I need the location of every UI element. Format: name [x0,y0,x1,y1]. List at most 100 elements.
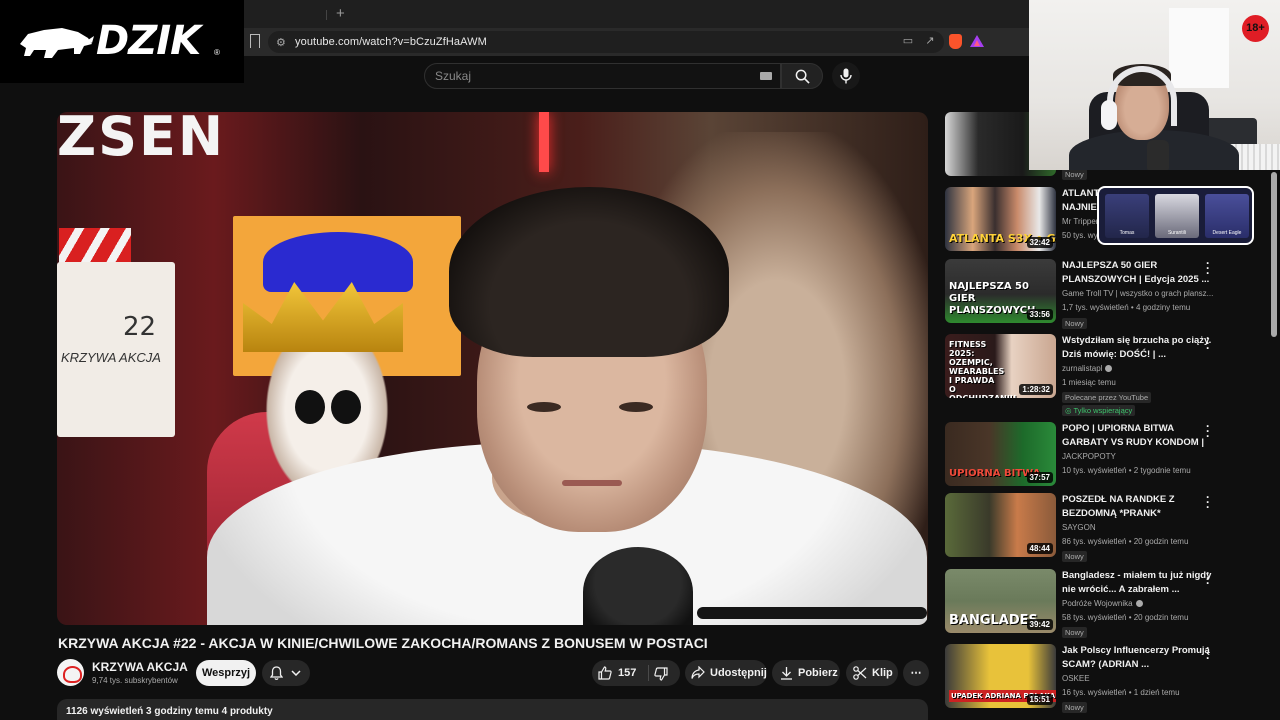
more-options-icon[interactable]: · · · [1205,257,1211,279]
video-thumbnail[interactable]: UPADEK ADRIANA POLAKA 15:51 [945,644,1056,708]
brave-shields-icon[interactable] [949,34,962,49]
download-button[interactable]: Pobierz [772,660,840,686]
stream-logo-overlay: DZIK ® [0,0,244,83]
video-thumbnail[interactable]: UPIORNA BITWA 37:57 [945,422,1056,486]
video-title[interactable]: Bangladesz - miałem tu już nigdy nie wró… [1062,569,1212,597]
like-dislike-group: 157 [592,660,680,686]
video-person-eye [619,402,653,412]
install-app-icon[interactable]: ▭ [902,35,914,47]
duration-badge: 37:57 [1026,472,1053,483]
skull-eye [331,390,361,424]
video-thumbnail[interactable]: FITNESS 2025: OZEMPIC, WEARABLES I PRAWD… [945,334,1056,398]
more-options-icon[interactable]: · · · [1205,642,1211,664]
bell-icon [270,666,283,680]
video-thumbnail[interactable]: ATLANTA S3X • GANGI 32:42 [945,187,1056,251]
video-thumbnail[interactable]: 48:44 [945,493,1056,557]
brave-rewards-icon[interactable] [970,35,984,47]
video-title[interactable]: POPO | UPIORNA BITWA GARBATY VS RUDY KON… [1062,422,1212,450]
bookmark-icon[interactable] [250,34,260,48]
search-input[interactable]: Szukaj [424,63,781,89]
video-meta: 58 tys. wyświetleń • 20 godzin temu [1062,613,1189,622]
members-only-text: Tylko wspierający [1073,406,1133,415]
support-button[interactable]: Wesprzyj [196,660,256,686]
channel-avatar[interactable] [57,659,84,686]
view-count-and-date: 1126 wyświetleń 3 godziny temu 4 produkt… [66,706,273,717]
video-title[interactable]: Wstydziłam się brzucha po ciąży. Dziś mó… [1062,334,1212,362]
new-badge: Nowy [1062,627,1087,638]
new-tab-button[interactable]: + [336,5,345,22]
recommendation-item[interactable]: FITNESS 2025: OZEMPIC, WEARABLES I PRAWD… [945,332,1245,418]
channel-name[interactable]: OSKEE [1062,674,1090,683]
video-sign: ZSEN [57,112,226,168]
keyboard-icon[interactable] [760,72,772,80]
new-badge: Nowy [1062,551,1087,562]
more-options-icon[interactable]: · · · [1205,491,1211,513]
video-meta: 86 tys. wyświetleń • 20 godzin temu [1062,537,1189,546]
channel-name[interactable]: Mr Tripper [1062,217,1098,226]
tab-strip: + [244,0,1030,28]
channel-name[interactable]: SAYGON [1062,523,1096,532]
channel-name[interactable]: Game Troll TV | wszystko o grach plansz.… [1062,289,1213,298]
search-placeholder: Szukaj [435,69,472,83]
notifications-button[interactable] [262,660,310,686]
recommendation-item[interactable]: UPADEK ADRIANA POLAKA 15:51 Jak Polscy I… [945,642,1245,714]
download-label: Pobierz [798,667,838,679]
more-options-icon[interactable]: · · · [1205,420,1211,442]
game-drop-popup: Tomas Surantili Desert Eagle [1097,186,1254,245]
thumbs-up-icon[interactable] [598,666,612,680]
more-options-icon[interactable]: · · · [1205,567,1211,589]
search-button[interactable] [781,63,823,89]
video-chevron-sign [59,228,131,266]
screen: + ⚙ youtube.com/watch?v=bCzuZfHaAWM ▭ ↗ … [0,0,1280,720]
video-mic-arm [697,607,927,619]
duration-badge: 32:42 [1026,237,1053,248]
webcam-window [1169,8,1229,88]
video-meta: 1 miesiąc temu [1062,378,1116,387]
thumbnail-caption: BANGLADES [949,613,1038,628]
verified-icon [1135,600,1143,608]
download-icon [781,667,792,680]
site-settings-icon[interactable]: ⚙ [276,36,286,49]
video-thumbnail[interactable]: BANGLADES 39:42 [945,569,1056,633]
channel-name[interactable]: Podróże Wojownika [1062,599,1143,608]
recommendation-item[interactable]: UPIORNA BITWA 37:57 POPO | UPIORNA BITWA… [945,420,1245,492]
new-badge: Nowy [1062,169,1087,180]
video-person-hair [449,187,729,357]
more-actions-button[interactable]: ⋯ [903,660,929,686]
channel-name[interactable]: JACKPOPOTY [1062,452,1116,461]
clapper-number: 22 [123,312,157,342]
video-player[interactable]: ZSEN 22 KRZYWA AKCJA [57,112,928,625]
video-title[interactable]: Jak Polscy Influencerzy Promują SCAM? (A… [1062,644,1212,672]
recommendation-item[interactable]: 48:44 POSZEDŁ NA RANDKE Z BEZDOMNĄ *PRAN… [945,491,1245,563]
recommendation-item[interactable]: NAJLEPSZA 50 GIER PLANSZOWYCH 33:56 NAJL… [945,257,1245,329]
like-separator [648,665,649,681]
item-name: Surantili [1167,230,1187,236]
voice-search-button[interactable] [832,62,860,90]
share-page-icon[interactable]: ↗ [924,35,936,47]
url-text[interactable]: youtube.com/watch?v=bCzuZfHaAWM [295,36,487,48]
tab-divider [326,10,327,20]
skull-eye [295,390,325,424]
recommendation-item[interactable]: BANGLADES 39:42 Bangladesz - miałem tu j… [945,567,1245,639]
duration-badge: 33:56 [1026,309,1053,320]
video-meta: 10 tys. wyświetleń • 2 tygodnie temu [1062,466,1191,475]
channel-name[interactable]: zurnalistapl [1062,364,1113,373]
item-card: Tomas [1105,194,1149,238]
address-bar[interactable]: ⚙ youtube.com/watch?v=bCzuZfHaAWM [268,31,944,53]
channel-name[interactable]: KRZYWA AKCJA [92,660,188,674]
chevron-down-icon [291,670,301,676]
clip-button[interactable]: Klip [846,660,898,686]
share-button[interactable]: Udostępnij [685,660,767,686]
thumbs-down-icon[interactable] [654,667,668,681]
video-blue-cap [263,232,413,292]
sidebar-scrollbar[interactable] [1271,172,1277,337]
more-options-icon[interactable]: · · · [1205,332,1211,354]
logo-text: DZIK [96,18,201,64]
boar-icon [20,28,94,58]
like-count[interactable]: 157 [618,660,636,686]
search-icon [795,69,810,84]
video-title[interactable]: NAJLEPSZA 50 GIER PLANSZOWYCH | Edycja 2… [1062,259,1212,287]
video-title[interactable]: POSZEDŁ NA RANDKE Z BEZDOMNĄ *PRANK* [1062,493,1212,521]
description-box[interactable]: 1126 wyświetleń 3 godziny temu 4 produkt… [57,699,928,720]
video-thumbnail[interactable]: NAJLEPSZA 50 GIER PLANSZOWYCH 33:56 [945,259,1056,323]
